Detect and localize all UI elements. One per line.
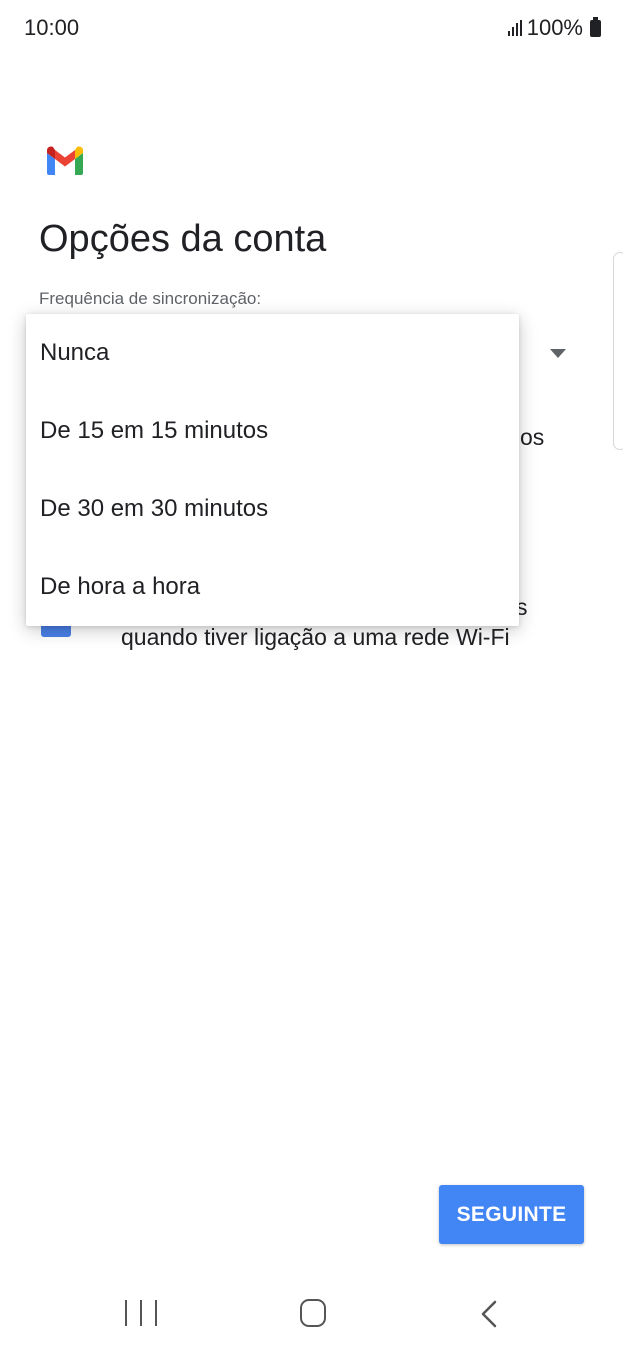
menu-item-hourly[interactable]: De hora a hora <box>26 548 519 626</box>
menu-item-15-minutes[interactable]: De 15 em 15 minutos <box>26 392 519 470</box>
gmail-logo-icon <box>47 146 83 175</box>
wifi-option-label: quando tiver ligação a uma rede Wi-Fi <box>121 624 510 650</box>
dropdown-arrow-icon[interactable] <box>550 349 566 358</box>
screen: 10:00 100% Opções da conta Frequência de… <box>0 0 623 1351</box>
battery-icon <box>590 16 601 37</box>
scroll-indicator <box>613 252 623 450</box>
next-button[interactable]: SEGUINTE <box>439 1185 584 1244</box>
status-indicators: 100% <box>507 15 601 41</box>
page-title: Opções da conta <box>39 218 327 260</box>
menu-item-30-minutes[interactable]: De 30 em 30 minutos <box>26 470 519 548</box>
home-icon[interactable] <box>300 1299 326 1327</box>
obscured-option-text: os <box>520 424 545 450</box>
status-time: 10:00 <box>24 15 80 40</box>
recents-icon[interactable] <box>125 1300 157 1328</box>
signal-icon <box>507 20 522 36</box>
sync-frequency-menu: Nunca De 15 em 15 minutos De 30 em 30 mi… <box>26 314 519 626</box>
sync-frequency-label: Frequência de sincronização: <box>39 289 262 308</box>
menu-item-never[interactable]: Nunca <box>26 314 519 392</box>
battery-percent: 100% <box>526 15 583 40</box>
back-icon[interactable] <box>478 1300 502 1328</box>
